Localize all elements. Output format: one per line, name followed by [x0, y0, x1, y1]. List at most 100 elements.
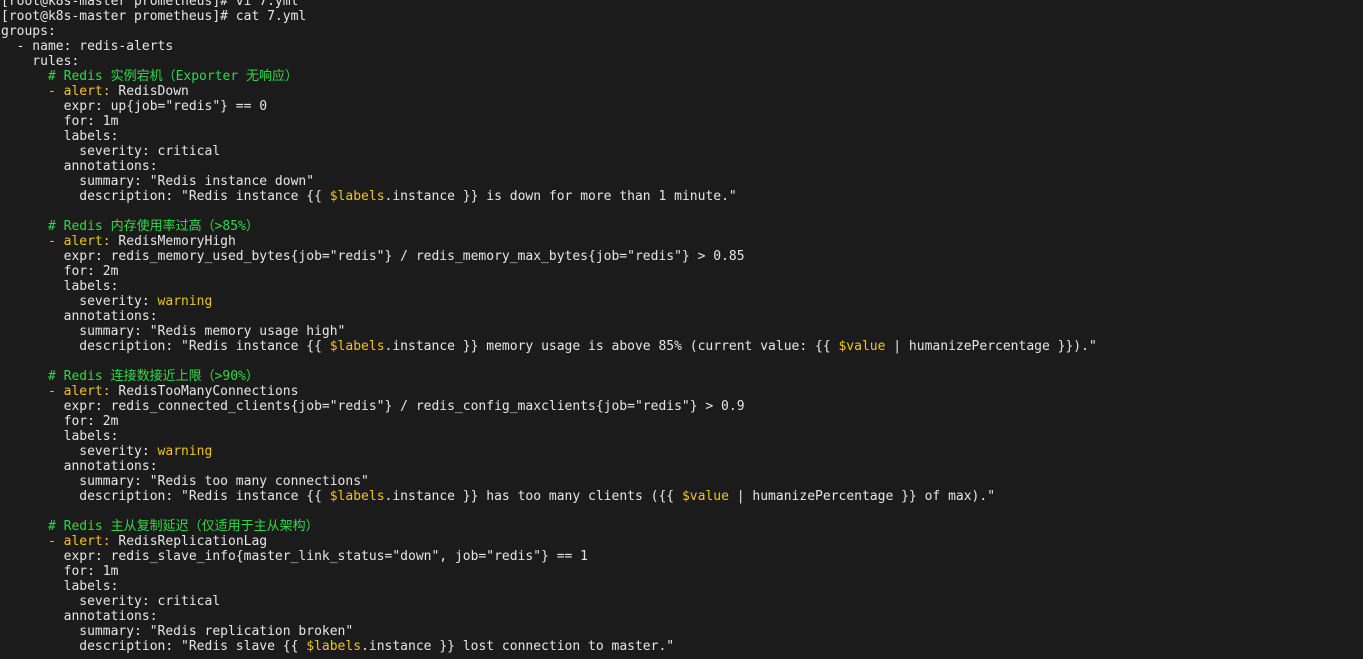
terminal-text: summary: "Redis instance down": [1, 174, 315, 189]
terminal-line: - name: redis-alerts: [0, 39, 1363, 54]
terminal-line: [root@k8s-master prometheus]# vi 7.yml: [0, 0, 1363, 9]
terminal-text: .instance }} lost connection to master.": [361, 639, 675, 654]
terminal-text: expr: redis_memory_used_bytes{job="redis…: [1, 249, 745, 264]
terminal-text: severity:: [1, 444, 158, 459]
terminal-line: severity: critical: [0, 594, 1363, 609]
terminal-line: summary: "Redis memory usage high": [0, 324, 1363, 339]
terminal-line: description: "Redis instance {{ $labels.…: [0, 489, 1363, 504]
terminal-line: [root@k8s-master prometheus]# cat 7.yml: [0, 9, 1363, 24]
terminal-line: summary: "Redis instance down": [0, 174, 1363, 189]
terminal-line: annotations:: [0, 609, 1363, 624]
terminal-line: expr: redis_memory_used_bytes{job="redis…: [0, 249, 1363, 264]
yaml-comment: # Redis 连接数接近上限（>90%）: [47, 369, 259, 384]
yaml-comment: # Redis 主从复制延迟（仅适用于主从架构）: [47, 519, 319, 534]
terminal-text: severity:: [1, 294, 158, 309]
terminal-line: expr: up{job="redis"} == 0: [0, 99, 1363, 114]
terminal-line: severity: warning: [0, 444, 1363, 459]
terminal-text: summary: "Redis replication broken": [1, 624, 354, 639]
terminal-text: labels:: [1, 129, 119, 144]
terminal-line: - alert: RedisDown: [0, 84, 1363, 99]
terminal-line: - alert: RedisMemoryHigh: [0, 234, 1363, 249]
terminal-line: - alert: RedisTooManyConnections: [0, 384, 1363, 399]
terminal-text: description: "Redis slave {{: [1, 639, 307, 654]
terminal-line: labels:: [0, 279, 1363, 294]
terminal-line: severity: critical: [0, 144, 1363, 159]
severity-value: warning: [157, 444, 213, 459]
terminal-text: annotations:: [1, 609, 158, 624]
terminal-text: [root@k8s-master prometheus]# cat 7.yml: [1, 9, 307, 24]
terminal-text: | humanizePercentage }}).": [885, 339, 1097, 354]
terminal-line: # Redis 实例宕机（Exporter 无响应）: [0, 69, 1363, 84]
terminal-text: expr: redis_connected_clients{job="redis…: [1, 399, 745, 414]
terminal-line: description: "Redis slave {{ $labels.ins…: [0, 639, 1363, 654]
terminal-text: expr: redis_slave_info{master_link_statu…: [1, 549, 588, 564]
terminal-text: summary: "Redis too many connections": [1, 474, 369, 489]
yaml-list-key: - alert:: [47, 84, 111, 99]
terminal-text: [root@k8s-master prometheus]# vi 7.yml: [1, 0, 299, 9]
terminal-window[interactable]: [root@k8s-master prometheus]# vi 7.yml [r…: [0, 0, 1363, 659]
terminal-text: labels:: [1, 579, 119, 594]
terminal-line: expr: redis_connected_clients{job="redis…: [0, 399, 1363, 414]
terminal-text: severity: critical: [1, 144, 221, 159]
terminal-text: .instance }} memory usage is above 85% (…: [384, 339, 839, 354]
terminal-line: annotations:: [0, 459, 1363, 474]
terminal-line: annotations:: [0, 309, 1363, 324]
terminal-text: - name: redis-alerts: [1, 39, 174, 54]
template-variable: $labels: [329, 489, 385, 504]
terminal-text: RedisDown: [110, 84, 189, 99]
terminal-line: for: 2m: [0, 414, 1363, 429]
template-variable: $labels: [329, 189, 385, 204]
severity-value: warning: [157, 294, 213, 309]
terminal-text: annotations:: [1, 459, 158, 474]
terminal-text: annotations:: [1, 309, 158, 324]
terminal-text: RedisReplicationLag: [110, 534, 268, 549]
yaml-list-key: - alert:: [47, 384, 111, 399]
terminal-text: description: "Redis instance {{: [1, 339, 330, 354]
terminal-line: labels:: [0, 579, 1363, 594]
terminal-line: annotations:: [0, 159, 1363, 174]
template-variable: $labels: [306, 639, 362, 654]
terminal-text: .instance }} is down for more than 1 min…: [384, 189, 737, 204]
terminal-text: for: 2m: [1, 264, 119, 279]
terminal-line: # Redis 连接数接近上限（>90%）: [0, 369, 1363, 384]
template-variable: $value: [838, 339, 886, 354]
terminal-line: # Redis 主从复制延迟（仅适用于主从架构）: [0, 519, 1363, 534]
terminal-line: groups:: [0, 24, 1363, 39]
terminal-text: groups:: [1, 24, 56, 39]
terminal-line: summary: "Redis too many connections": [0, 474, 1363, 489]
terminal-line: severity: warning: [0, 294, 1363, 309]
terminal-text: | humanizePercentage }} of max).": [728, 489, 996, 504]
template-variable: $labels: [329, 339, 385, 354]
terminal-line: expr: redis_slave_info{master_link_statu…: [0, 549, 1363, 564]
terminal-line: description: "Redis instance {{ $labels.…: [0, 339, 1363, 354]
yaml-comment: # Redis 内存使用率过高（>85%）: [47, 219, 259, 234]
terminal-text: annotations:: [1, 159, 158, 174]
terminal-line: for: 1m: [0, 564, 1363, 579]
yaml-list-key: - alert:: [47, 534, 111, 549]
terminal-line: summary: "Redis replication broken": [0, 624, 1363, 639]
terminal-line: for: 2m: [0, 264, 1363, 279]
terminal-line: rules:: [0, 54, 1363, 69]
terminal-text: RedisMemoryHigh: [110, 234, 236, 249]
terminal-line: for: 1m: [0, 114, 1363, 129]
terminal-text: for: 1m: [1, 114, 119, 129]
terminal-line: - alert: RedisReplicationLag: [0, 534, 1363, 549]
terminal-line: description: "Redis instance {{ $labels.…: [0, 189, 1363, 204]
terminal-text: description: "Redis instance {{: [1, 189, 330, 204]
terminal-text: .instance }} has too many clients ({{: [384, 489, 682, 504]
terminal-text: expr: up{job="redis"} == 0: [1, 99, 268, 114]
terminal-text: summary: "Redis memory usage high": [1, 324, 346, 339]
terminal-text: RedisTooManyConnections: [110, 384, 299, 399]
terminal-text: for: 1m: [1, 564, 119, 579]
terminal-text: severity: critical: [1, 594, 221, 609]
terminal-text: description: "Redis instance {{: [1, 489, 330, 504]
terminal-line: labels:: [0, 129, 1363, 144]
